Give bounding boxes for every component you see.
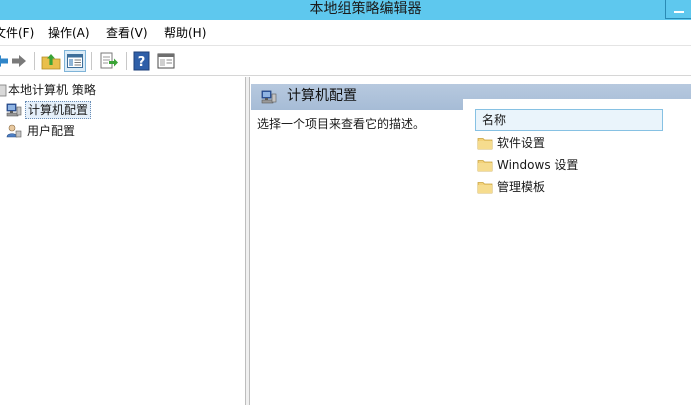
menu-view[interactable]: 查看(V) bbox=[106, 26, 148, 40]
list-item-label: 软件设置 bbox=[497, 136, 546, 150]
menu-help[interactable]: 帮助(H) bbox=[164, 26, 206, 40]
help-icon: ? bbox=[133, 51, 150, 71]
column-header-name[interactable]: 名称 bbox=[475, 109, 663, 131]
export-list-icon bbox=[100, 52, 118, 69]
pane-splitter[interactable] bbox=[246, 77, 250, 405]
column-header-label: 名称 bbox=[482, 113, 507, 127]
show-hide-tree-button[interactable] bbox=[64, 50, 86, 72]
list-item-label: Windows 设置 bbox=[497, 158, 579, 172]
forward-button[interactable] bbox=[8, 50, 30, 72]
list-item-windows-settings[interactable]: Windows 设置 bbox=[477, 155, 657, 175]
up-folder-icon bbox=[41, 54, 61, 70]
properties-button[interactable] bbox=[155, 50, 177, 72]
tree-item-label: 计算机配置 bbox=[25, 101, 92, 119]
list-item-label: 管理模板 bbox=[497, 180, 546, 194]
toolbar-separator bbox=[91, 52, 92, 70]
window-title: 本地组策略编辑器 bbox=[309, 1, 422, 17]
tree-root-label: 本地计算机 策略 bbox=[8, 83, 96, 97]
computer-config-icon bbox=[261, 89, 277, 105]
list-item-admin-templates[interactable]: 管理模板 bbox=[477, 177, 657, 197]
menu-action[interactable]: 操作(A) bbox=[48, 26, 90, 40]
minimize-button[interactable] bbox=[665, 0, 691, 19]
forward-arrow-icon bbox=[12, 55, 26, 67]
folder-icon bbox=[477, 179, 493, 195]
section-title: 计算机配置 bbox=[287, 88, 357, 104]
console-tree[interactable]: 本地计算机 策略 计算机配置 用户配置 bbox=[0, 77, 246, 405]
toolbar: ? bbox=[0, 46, 691, 76]
tree-item-label: 用户配置 bbox=[27, 124, 76, 138]
svg-text:?: ? bbox=[138, 55, 146, 70]
user-config-icon bbox=[6, 123, 22, 139]
export-list-button[interactable] bbox=[98, 50, 120, 72]
help-button[interactable]: ? bbox=[131, 50, 153, 72]
menu-file[interactable]: 文件(F) bbox=[0, 26, 34, 40]
items-list: 名称 软件设置 Windows 设置 管理模板 bbox=[463, 99, 691, 405]
toolbar-separator bbox=[34, 52, 35, 70]
show-hide-tree-icon bbox=[67, 54, 83, 68]
minimize-icon bbox=[674, 11, 684, 13]
toolbar-separator bbox=[126, 52, 127, 70]
folder-icon bbox=[477, 157, 493, 173]
computer-config-icon bbox=[6, 102, 22, 118]
title-bar: 本地组策略编辑器 bbox=[0, 0, 691, 20]
up-level-button[interactable] bbox=[40, 50, 62, 72]
folder-icon bbox=[477, 135, 493, 151]
properties-view-icon bbox=[157, 53, 175, 69]
list-item-software-settings[interactable]: 软件设置 bbox=[477, 133, 657, 153]
details-pane: 计算机配置 选择一个项目来查看它的描述。 名称 软件设置 Windows 设置 … bbox=[251, 77, 691, 405]
description-text: 选择一个项目来查看它的描述。 bbox=[257, 117, 426, 131]
menu-bar: 文件(F) 操作(A) 查看(V) 帮助(H) bbox=[0, 20, 691, 46]
